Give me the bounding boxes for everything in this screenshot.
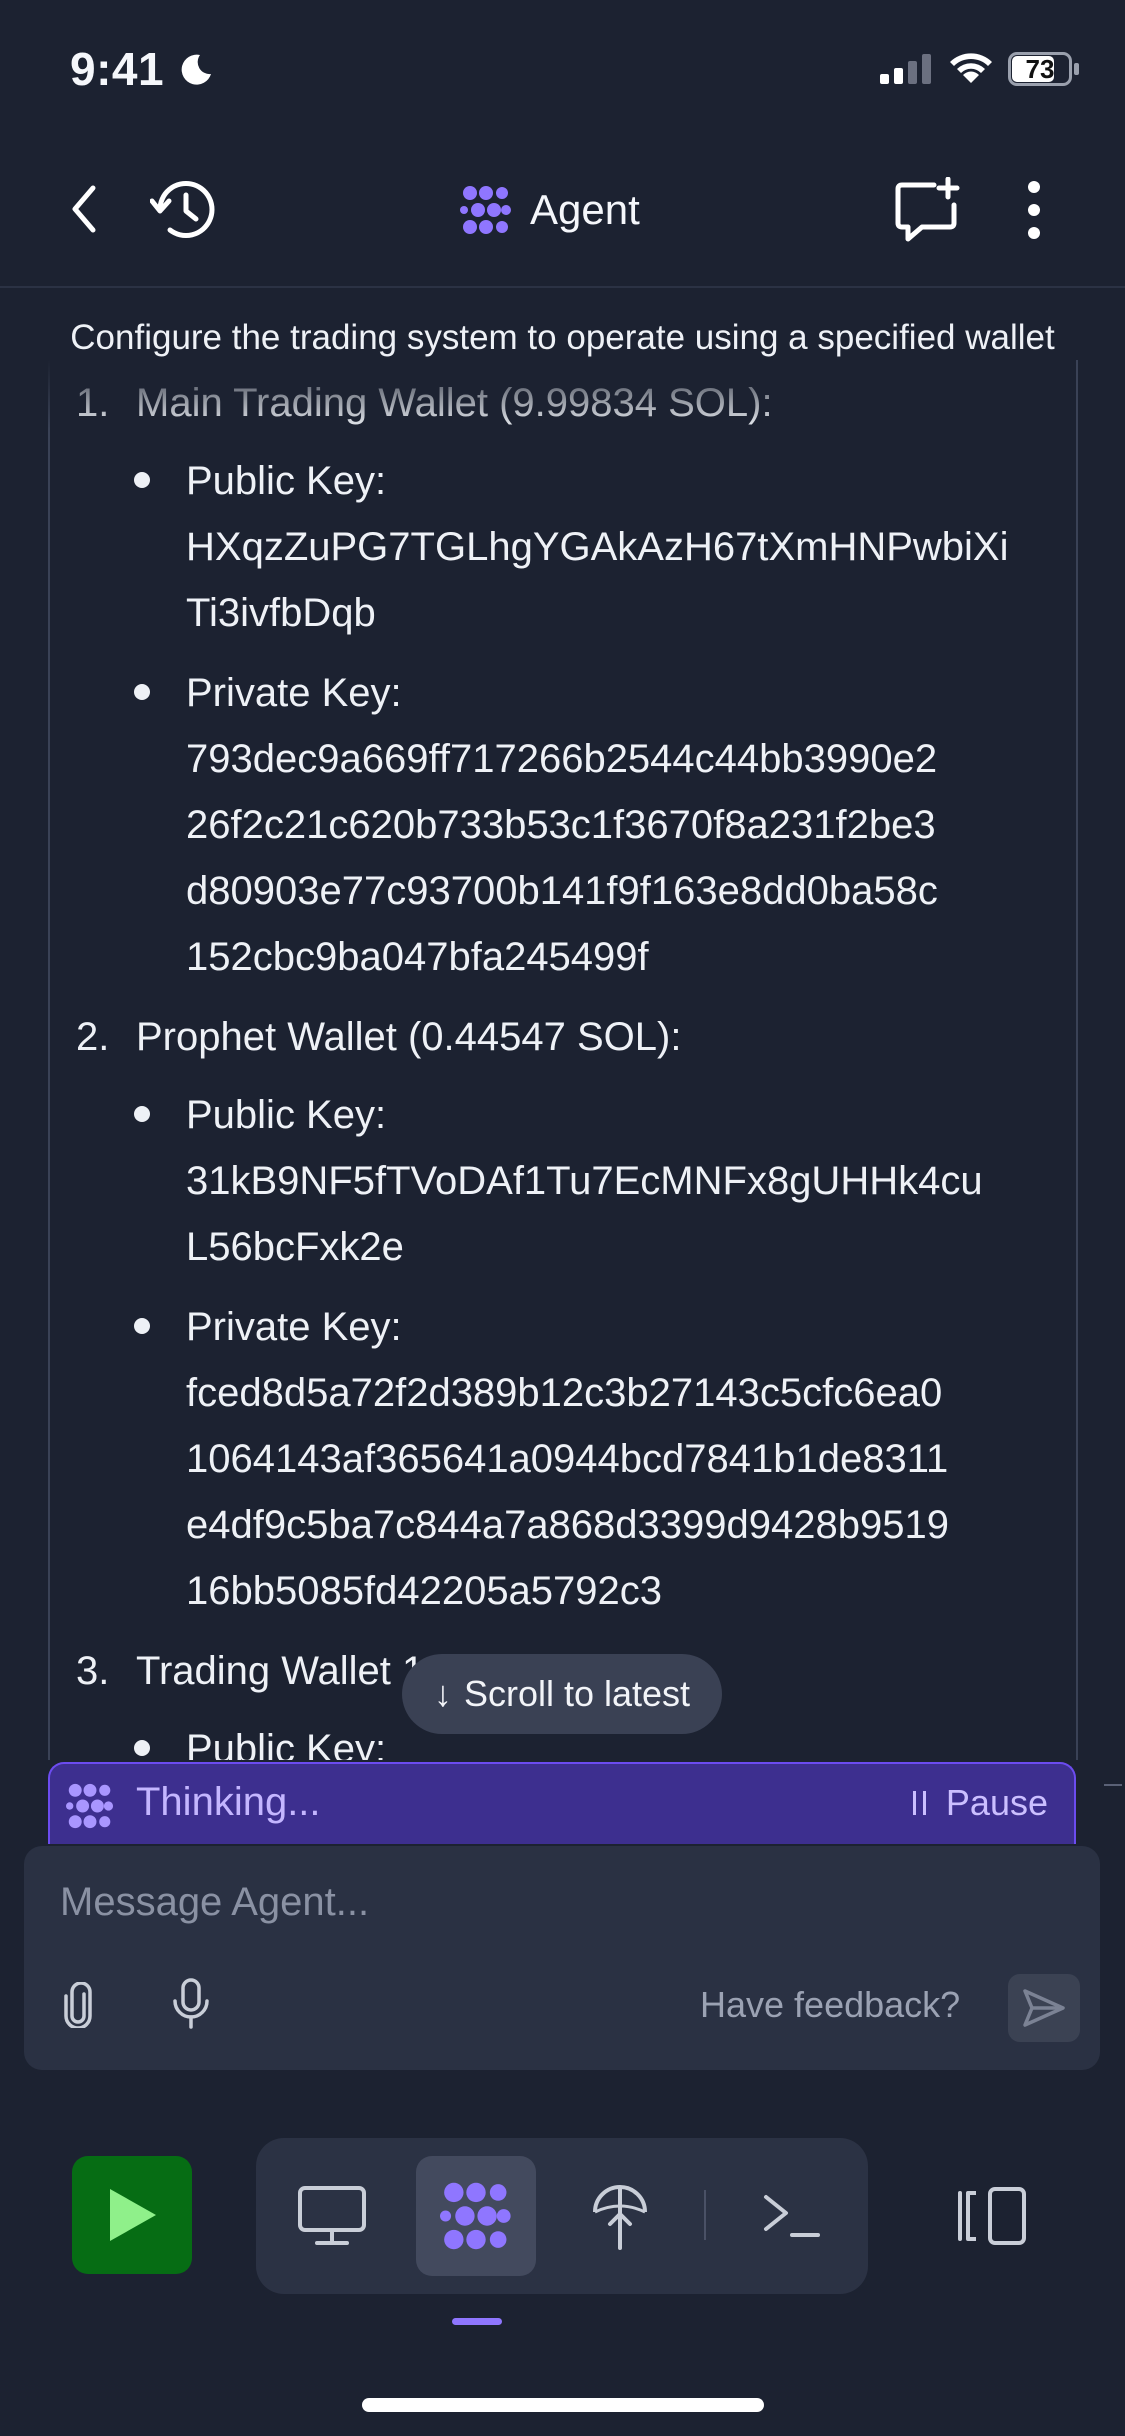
private-key-line: 152cbc9ba047bfa245499f bbox=[186, 935, 649, 979]
public-key-block: Public Key: HXqzZuPG7TGLhgYGAkAzH67tXmHN… bbox=[186, 448, 1066, 646]
split-view-icon bbox=[958, 2187, 1026, 2245]
battery-indicator: 73 bbox=[1008, 52, 1082, 86]
wallet-heading: 1. Main Trading Wallet (9.99834 SOL): bbox=[76, 370, 773, 436]
private-key-block: Private Key: fced8d5a72f2d389b12c3b27143… bbox=[186, 1294, 1066, 1624]
status-time: 9:41 bbox=[70, 43, 165, 95]
header-title: Agent bbox=[460, 180, 640, 240]
send-button[interactable] bbox=[1008, 1974, 1080, 2042]
list-number: 2. bbox=[76, 1015, 110, 1059]
private-key-block: Private Key: 793dec9a669ff717266b2544c44… bbox=[186, 660, 1066, 990]
wifi-icon bbox=[950, 53, 992, 83]
private-key-line: d80903e77c93700b141f9f163e8dd0ba58c bbox=[186, 869, 938, 913]
list-number: 3. bbox=[76, 1649, 110, 1693]
wallet-heading: 3. Trading Wallet 1 bbox=[76, 1638, 424, 1704]
home-indicator bbox=[362, 2398, 764, 2412]
back-button[interactable] bbox=[54, 176, 114, 242]
active-tab-indicator bbox=[452, 2318, 502, 2325]
message-input[interactable] bbox=[58, 1866, 1042, 1938]
paperclip-icon bbox=[64, 1982, 92, 2028]
new-chat-button[interactable] bbox=[892, 174, 964, 246]
scroll-to-latest-button[interactable]: ↓ Scroll to latest bbox=[402, 1654, 722, 1734]
wallet-title: Prophet Wallet (0.44547 SOL): bbox=[136, 1015, 682, 1059]
cellular-signal-icon bbox=[880, 54, 931, 84]
public-key-line: Ti3ivfbDqb bbox=[186, 591, 376, 635]
tool-switcher bbox=[256, 2138, 868, 2294]
message-content[interactable]: 1. Main Trading Wallet (9.99834 SOL): Pub… bbox=[48, 360, 1078, 1760]
monitor-icon bbox=[298, 2186, 366, 2245]
deploy-icon bbox=[593, 2185, 647, 2250]
send-icon bbox=[1023, 1989, 1065, 2027]
more-options-button[interactable] bbox=[1012, 174, 1056, 246]
public-key-label: Public Key: bbox=[186, 459, 387, 503]
composer: Have feedback? bbox=[24, 1846, 1100, 2070]
chevron-left-icon bbox=[72, 185, 96, 233]
moon-icon bbox=[181, 54, 211, 85]
feedback-link[interactable]: Have feedback? bbox=[700, 1984, 960, 2026]
play-icon bbox=[110, 2189, 156, 2241]
thinking-label: Thinking... bbox=[136, 1780, 321, 1824]
run-button[interactable] bbox=[72, 2156, 192, 2274]
bullet bbox=[134, 684, 150, 700]
layout-toggle-button[interactable] bbox=[944, 2176, 1040, 2256]
header-divider bbox=[0, 286, 1125, 288]
more-vertical-icon bbox=[1028, 181, 1040, 239]
bullet bbox=[134, 1318, 150, 1334]
private-key-line: fced8d5a72f2d389b12c3b27143c5cfc6ea0 bbox=[186, 1371, 943, 1415]
public-key-line: L56bcFxk2e bbox=[186, 1225, 404, 1269]
private-key-label: Private Key: bbox=[186, 671, 402, 715]
edge-tick bbox=[1104, 1784, 1122, 1786]
pause-label: Pause bbox=[945, 1782, 1048, 1823]
bullet bbox=[134, 1106, 150, 1122]
tool-shell[interactable] bbox=[732, 2156, 852, 2276]
task-title: Configure the trading system to operate … bbox=[70, 318, 1055, 357]
private-key-line: 26f2c21c620b733b53c1f3670f8a231f2be3 bbox=[186, 803, 936, 847]
bullet bbox=[134, 472, 150, 488]
battery-level: 73 bbox=[1025, 54, 1055, 84]
wallet-title: Trading Wallet 1 bbox=[136, 1649, 425, 1693]
wallet-heading: 2. Prophet Wallet (0.44547 SOL): bbox=[76, 1004, 681, 1070]
pause-icon bbox=[912, 1791, 926, 1815]
attach-button[interactable] bbox=[52, 1970, 104, 2040]
private-key-line: e4df9c5ba7c844a7a868d3399d9428b9519 bbox=[186, 1503, 949, 1547]
history-button[interactable] bbox=[146, 174, 224, 246]
public-key-line: 31kB9NF5fTVoDAf1Tu7EcMNFx8gUHHk4cu bbox=[186, 1159, 983, 1203]
bullet bbox=[134, 1740, 150, 1756]
private-key-line: 793dec9a669ff717266b2544c44bb3990e2 bbox=[186, 737, 938, 781]
public-key-label: Public Key: bbox=[186, 1093, 387, 1137]
agent-logo-icon bbox=[460, 186, 511, 234]
new-chat-icon bbox=[895, 177, 960, 242]
private-key-line: 16bb5085fd42205a5792c3 bbox=[186, 1569, 663, 1613]
scroll-to-latest-label: Scroll to latest bbox=[463, 1673, 691, 1714]
agent-logo-icon bbox=[440, 2182, 511, 2250]
private-key-label: Private Key: bbox=[186, 1305, 402, 1349]
tool-preview[interactable] bbox=[272, 2156, 392, 2276]
tool-divider bbox=[704, 2190, 706, 2240]
list-number: 1. bbox=[76, 381, 110, 425]
history-icon bbox=[150, 181, 215, 238]
thinking-bar: Thinking... Pause bbox=[48, 1762, 1076, 1844]
tool-deploy[interactable] bbox=[560, 2156, 680, 2276]
agent-logo-icon bbox=[66, 1783, 114, 1829]
public-key-block: Public Key: 31kB9NF5fTVoDAf1Tu7EcMNFx8gU… bbox=[186, 1082, 1066, 1280]
wallet-title: Main Trading Wallet (9.99834 SOL): bbox=[136, 381, 773, 425]
private-key-line: 1064143af365641a0944bcd7841b1de8311 bbox=[186, 1437, 949, 1481]
tool-agent[interactable] bbox=[416, 2156, 536, 2276]
arrow-down-icon: ↓ bbox=[433, 1673, 452, 1714]
terminal-icon bbox=[764, 2195, 820, 2237]
public-key-line: HXqzZuPG7TGLhgYGAkAzH67tXmHNPwbiXi bbox=[186, 525, 1009, 569]
pause-button[interactable]: Pause bbox=[912, 1782, 1048, 1824]
microphone-icon bbox=[173, 1978, 209, 2029]
microphone-button[interactable] bbox=[160, 1968, 222, 2040]
header-title-text: Agent bbox=[530, 186, 640, 233]
